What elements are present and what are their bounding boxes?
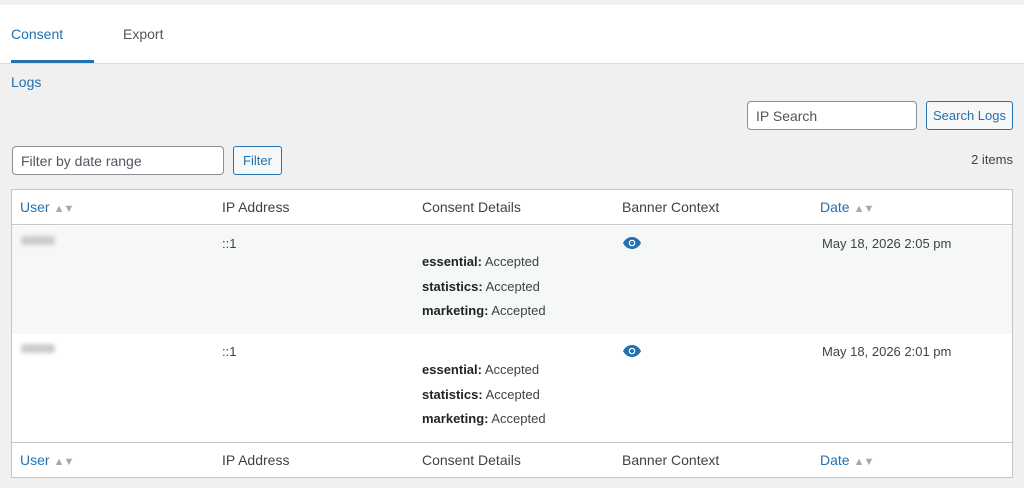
column-footer-ip-address: IP Address — [222, 452, 290, 468]
consent-item: statistics: Accepted — [422, 278, 540, 294]
tab-bar: Consent Logs Export — [0, 0, 1024, 90]
column-header-label: User — [20, 199, 50, 215]
sort-icon: ▲▼ — [853, 456, 875, 468]
table-row: ::1 essential: Accepted statistics: Acce… — [12, 226, 1012, 334]
items-count: 2 items — [971, 152, 1013, 167]
table-row: ::1 essential: Accepted statistics: Acce… — [12, 334, 1012, 442]
consent-item: essential: Accepted — [422, 362, 540, 377]
tab-consent-logs[interactable]: Consent Logs — [11, 10, 94, 90]
tab-export[interactable]: Export — [123, 10, 163, 63]
date-cell: May 18, 2026 2:01 pm — [822, 344, 952, 359]
consent-logs-table: User ▲▼ IP Address Consent Details Banner… — [11, 189, 1013, 478]
column-footer-consent-details: Consent Details — [422, 452, 521, 468]
table-footer: User ▲▼ IP Address Consent Details Banner… — [12, 442, 1012, 477]
user-name-redacted — [21, 236, 55, 245]
consent-details-cell: essential: Accepted statistics: Accepted… — [422, 250, 546, 324]
table-header: User ▲▼ IP Address Consent Details Banner… — [12, 190, 1012, 225]
ip-address-cell: ::1 — [222, 236, 237, 251]
column-header-consent-details: Consent Details — [422, 199, 521, 215]
eye-icon[interactable] — [623, 237, 641, 249]
column-footer-label: User — [20, 452, 50, 468]
consent-details-cell: essential: Accepted statistics: Accepted… — [422, 358, 546, 432]
consent-item: marketing: Accepted — [422, 303, 546, 318]
column-header-label: Date — [820, 199, 850, 215]
column-footer-user[interactable]: User ▲▼ — [20, 443, 75, 480]
filter-button[interactable]: Filter — [233, 146, 282, 175]
user-name-redacted — [21, 344, 55, 353]
column-footer-banner-context: Banner Context — [622, 452, 720, 468]
column-footer-date[interactable]: Date ▲▼ — [820, 443, 875, 480]
search-logs-button[interactable]: Search Logs — [926, 101, 1013, 130]
consent-item: essential: Accepted — [422, 254, 540, 269]
eye-icon[interactable] — [623, 345, 641, 357]
column-header-banner-context: Banner Context — [622, 199, 720, 215]
column-header-user[interactable]: User ▲▼ — [20, 190, 75, 227]
column-header-ip-address: IP Address — [222, 199, 290, 215]
ip-address-cell: ::1 — [222, 344, 237, 359]
ip-search-input[interactable] — [747, 101, 917, 130]
sort-icon: ▲▼ — [853, 203, 875, 215]
date-range-filter-input[interactable] — [12, 146, 224, 175]
date-cell: May 18, 2026 2:05 pm — [822, 236, 952, 251]
column-footer-label: Date — [820, 452, 850, 468]
column-header-date[interactable]: Date ▲▼ — [820, 190, 875, 227]
consent-item: statistics: Accepted — [422, 386, 540, 402]
consent-item: marketing: Accepted — [422, 411, 546, 426]
sort-icon: ▲▼ — [53, 456, 75, 468]
sort-icon: ▲▼ — [53, 203, 75, 215]
